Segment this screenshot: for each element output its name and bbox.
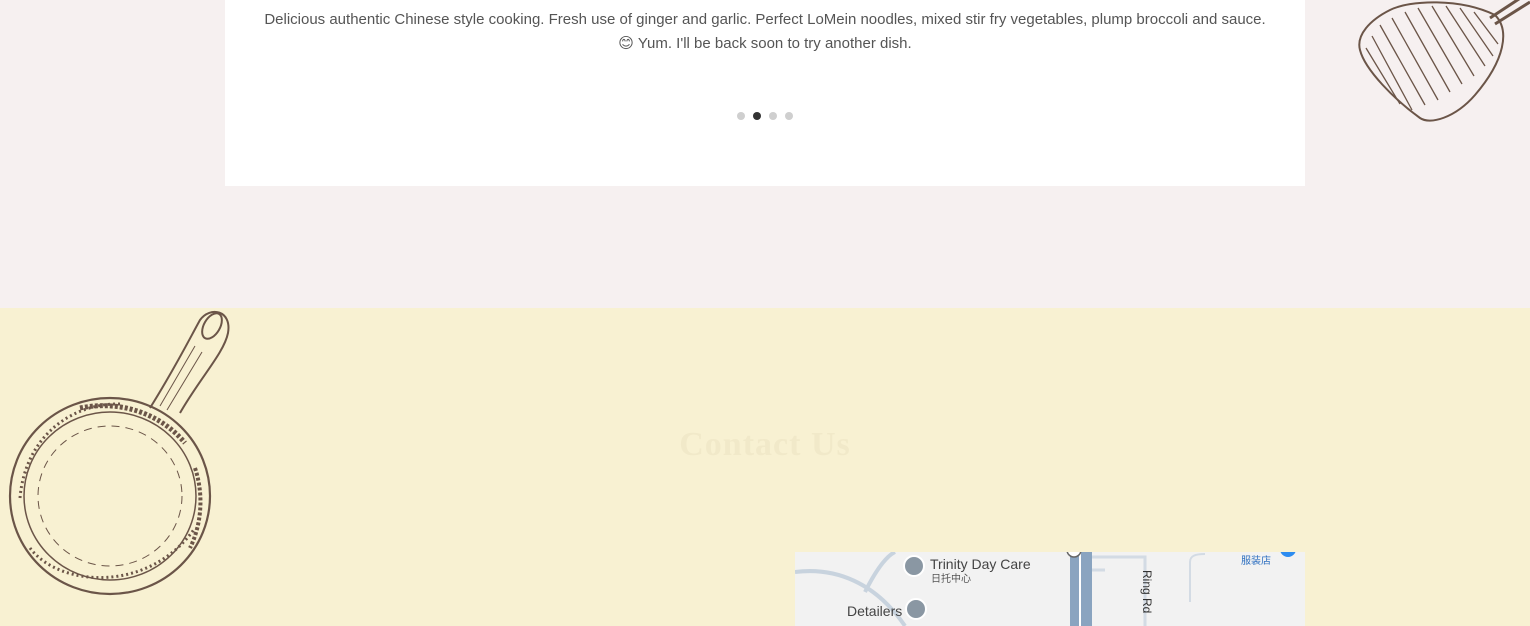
map-label-ring-rd: Ring Rd — [1140, 570, 1154, 614]
carousel-pagination — [225, 112, 1305, 120]
carousel-dot-active[interactable] — [753, 112, 761, 120]
review-text-line-2: 😊 Yum. I'll be back soon to try another … — [618, 34, 912, 52]
location-map[interactable]: Trinity Day Care 日托中心 Detailers Ring Rd … — [795, 552, 1305, 626]
map-pin-icon[interactable] — [905, 598, 927, 620]
contact-heading: Contact Us — [679, 426, 851, 463]
review-text: Delicious authentic Chinese style cookin… — [255, 8, 1275, 55]
map-label-detailers: Detailers — [847, 603, 903, 619]
review-text-line-1: Delicious authentic Chinese style cookin… — [264, 11, 1266, 28]
contact-section: Contact Us Trinity Day Care 日托中心 Detaile… — [0, 308, 1530, 626]
review-card: Delicious authentic Chinese style cookin… — [225, 0, 1305, 186]
carousel-dot[interactable] — [769, 112, 777, 120]
carousel-dot[interactable] — [785, 112, 793, 120]
map-label-clothing-store: 服装店 — [1241, 556, 1271, 567]
map-pin-icon[interactable] — [903, 555, 925, 577]
spatula-illustration — [1358, 0, 1530, 122]
map-label-trinity-sub: 日托中心 — [931, 574, 971, 585]
carousel-dot[interactable] — [737, 112, 745, 120]
review-section: Delicious authentic Chinese style cookin… — [0, 0, 1530, 308]
